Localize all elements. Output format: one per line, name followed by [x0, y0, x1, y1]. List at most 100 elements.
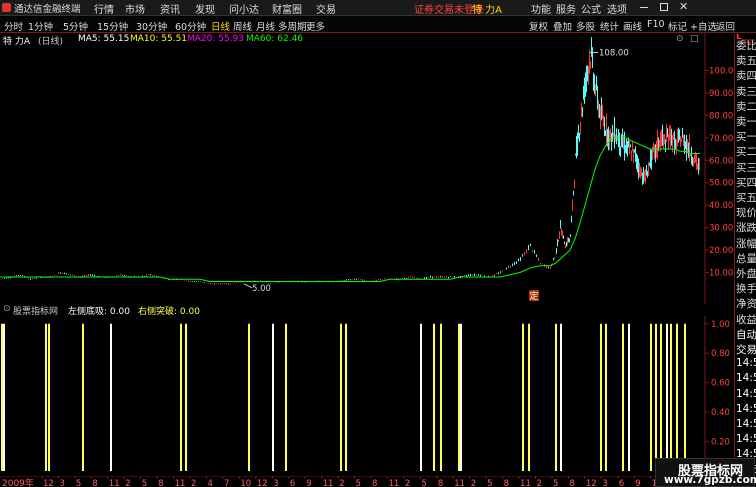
tool-add-watchlist[interactable]: +自选 [690, 19, 717, 33]
period-monthly[interactable]: 月线 [256, 19, 275, 33]
menu-market-quote[interactable]: 行情 [94, 1, 114, 16]
minimize-icon[interactable] [640, 7, 648, 8]
event-mark[interactable]: 定 [530, 290, 539, 302]
signal-bar [460, 323, 462, 471]
period-toolbar: 分时 1分钟 5分钟 15分钟 30分钟 60分钟 日线 周线 月线 多周期 更… [0, 17, 756, 33]
chart-annotations: 108.00 5.00 定 [243, 48, 629, 302]
date-tick-label: 11 [520, 479, 531, 487]
signal-bar [248, 323, 250, 471]
date-tick-label: 12 [257, 479, 268, 487]
price-chart[interactable]: 100.0 90.00 80.00 70.00 60.00 50.00 40.00 30.00… [0, 33, 734, 304]
date-axis: 2009年 12 3 5 8 11 2 5 8 11 2 4 7 10 12 3 6 9 11 2 5 8 11 2 5 8 11… [0, 476, 706, 487]
tool-overlay[interactable]: 叠加 [553, 19, 572, 33]
signal-bar [560, 323, 562, 471]
menu-discover[interactable]: 发现 [195, 1, 215, 16]
signal-bar [48, 323, 50, 471]
period-weekly[interactable]: 周线 [233, 19, 252, 33]
price-axis: 100.0 90.00 80.00 70.00 60.00 50.00 40.00 30.00… [705, 66, 733, 279]
side-item: 总量 [736, 252, 756, 265]
date-tick-label: 5 [553, 479, 558, 487]
maximize-icon[interactable] [660, 3, 668, 11]
menu-service[interactable]: 服务 [556, 1, 576, 16]
side-item: 14:5 [736, 357, 756, 370]
signal-bar [660, 323, 662, 471]
period-60min[interactable]: 60分钟 [175, 19, 206, 33]
tool-multi-stock[interactable]: 多股 [576, 19, 595, 33]
side-item: 卖三 [736, 85, 756, 98]
app-logo-icon [2, 3, 11, 12]
date-tick-label: 2 [405, 479, 410, 487]
signal-bar [655, 323, 657, 471]
high-marker: 108.00 [599, 48, 629, 58]
side-item: 委比 [736, 40, 756, 52]
menu-market[interactable]: 市场 [125, 1, 145, 16]
period-daily[interactable]: 日线 [211, 19, 230, 33]
signal-bar [670, 323, 672, 471]
date-tick-label: 10 [240, 479, 251, 487]
menu-trade[interactable]: 交易 [316, 1, 336, 16]
date-tick-label: 2 [471, 479, 476, 487]
signal-bar [440, 323, 442, 471]
indicator-bar: ⊙ 股票指标网 左侧底吸: 0.00 右侧突破: 0.00 [0, 303, 705, 317]
signal-bar [420, 323, 422, 471]
menu-wealth-circle[interactable]: 财富圈 [272, 1, 302, 16]
menu-function[interactable]: 功能 [531, 1, 551, 16]
date-tick-label: 8 [158, 479, 163, 487]
price-tick-label: 10.00 [709, 269, 733, 279]
side-item: 净资 [736, 298, 756, 311]
ma60-line [0, 137, 700, 282]
side-item: 14:5 [736, 418, 756, 430]
price-tick-label: 30.00 [709, 224, 733, 234]
indicator-icon[interactable]: ⊙ [3, 304, 11, 314]
side-item: 14:5 [736, 372, 756, 385]
signal-bar [110, 323, 112, 471]
period-more[interactable]: 更多 [306, 19, 325, 33]
date-tick-label: 2 [537, 479, 542, 487]
period-30min[interactable]: 30分钟 [136, 19, 167, 33]
indicator-chart[interactable]: 1.00 0.80 0.60 0.40 0.20 [0, 316, 734, 476]
signal-bar [180, 323, 182, 471]
signal-bar [666, 323, 668, 471]
title-stock-name: 特 力A [472, 5, 503, 16]
signal-bar [458, 323, 460, 471]
period-15min[interactable]: 15分钟 [97, 19, 128, 33]
date-tick-label: 2 [191, 479, 196, 487]
side-item: 卖五 [736, 55, 756, 68]
tool-f10[interactable]: F10 [647, 19, 665, 30]
side-item: 涨跌 [736, 222, 756, 235]
period-intraday[interactable]: 分时 [4, 19, 23, 33]
date-tick-label: 5 [487, 479, 492, 487]
date-tick-label: 11 [175, 479, 186, 487]
date-tick-label: 8 [569, 479, 574, 487]
period-1min[interactable]: 1分钟 [28, 19, 53, 33]
menu-formula[interactable]: 公式 [581, 1, 601, 16]
date-tick-label: 9 [306, 479, 311, 487]
signal-bar [285, 323, 287, 471]
signal-bar [272, 323, 274, 471]
menu-ask-xiaoda[interactable]: 问小达 [229, 1, 259, 16]
close-icon[interactable]: ✕ [679, 0, 688, 13]
date-tick-label: 5 [421, 479, 426, 487]
menu-options[interactable]: 选项 [607, 1, 627, 16]
side-item: 涨幅 [736, 237, 756, 250]
side-item: 14:5 [736, 402, 756, 415]
period-5min[interactable]: 5分钟 [63, 19, 88, 33]
watermark: 股票指标网 www.7gpzb.com [655, 458, 756, 487]
signal-bar [522, 323, 524, 471]
menu-news[interactable]: 资讯 [160, 1, 180, 16]
date-tick-label: 12 [586, 479, 597, 487]
date-tick-label: 8 [92, 479, 97, 487]
tool-mark[interactable]: 标记 [668, 19, 687, 33]
price-tick-label: 80.00 [709, 111, 733, 121]
side-item: 卖一 [736, 116, 756, 128]
side-item: 交易 [736, 344, 756, 356]
period-multi[interactable]: 多周期 [278, 19, 307, 33]
signal-bar [45, 323, 47, 471]
price-tick-label: 60.00 [709, 156, 733, 166]
tool-draw-line[interactable]: 画线 [623, 19, 642, 33]
signal-bars [1, 323, 686, 471]
tool-restore-rights[interactable]: 复权 [529, 19, 548, 33]
tool-statistics[interactable]: 统计 [600, 19, 619, 33]
tool-back[interactable]: 返回 [716, 19, 735, 33]
ind-tick-label: 0.40 [711, 408, 730, 418]
